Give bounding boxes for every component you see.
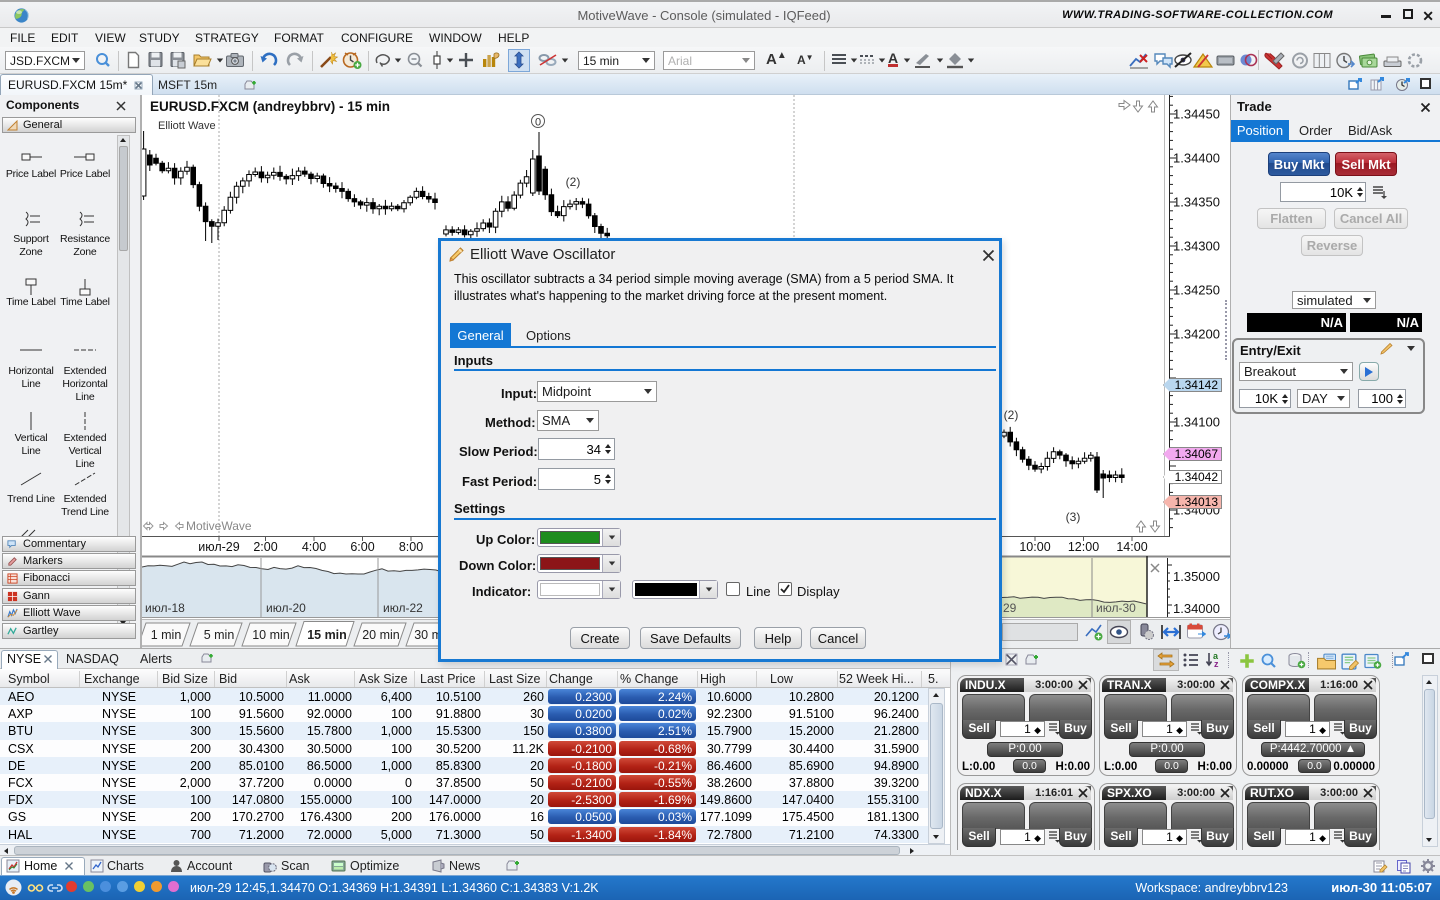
svg-text:1.34300: 1.34300 — [1173, 239, 1220, 254]
svg-text:(3): (3) — [1066, 510, 1081, 524]
svg-text:15 min: 15 min — [307, 628, 347, 642]
svg-text:z: z — [1214, 659, 1219, 669]
svg-text:6:00: 6:00 — [350, 540, 374, 554]
svg-text:1.34450: 1.34450 — [1173, 107, 1220, 122]
svg-text:Elliott Wave: Elliott Wave — [158, 120, 216, 132]
svg-text:5 min: 5 min — [204, 628, 235, 642]
svg-text:29: 29 — [1003, 601, 1017, 615]
svg-text:2:00: 2:00 — [253, 540, 277, 554]
svg-text:1.34350: 1.34350 — [1173, 195, 1220, 210]
svg-text:1 min: 1 min — [151, 628, 182, 642]
svg-text:10 min: 10 min — [252, 628, 290, 642]
svg-text:4:00: 4:00 — [302, 540, 326, 554]
svg-text:8:00: 8:00 — [399, 540, 423, 554]
svg-text:EURUSD.FXCM (andreybbrv) - 15: EURUSD.FXCM (andreybbrv) - 15 min — [150, 99, 390, 114]
svg-text:(2): (2) — [566, 175, 581, 189]
svg-text:1.34100: 1.34100 — [1173, 415, 1220, 430]
svg-text:20 min: 20 min — [362, 628, 400, 642]
svg-text:14:00: 14:00 — [1116, 540, 1147, 554]
svg-text:(2): (2) — [1004, 408, 1019, 422]
svg-text:10:00: 10:00 — [1019, 540, 1050, 554]
svg-text:MotiveWave: MotiveWave — [186, 519, 252, 533]
svg-text:июл-22: июл-22 — [383, 601, 423, 615]
svg-text:1.34200: 1.34200 — [1173, 327, 1220, 342]
svg-text:1.35000: 1.35000 — [1173, 569, 1220, 584]
svg-text:0: 0 — [535, 117, 541, 129]
svg-text:июл-18: июл-18 — [145, 601, 185, 615]
svg-text:1.34000: 1.34000 — [1173, 601, 1220, 616]
svg-text:1.34250: 1.34250 — [1173, 283, 1220, 298]
svg-text:июл-29: июл-29 — [198, 540, 239, 554]
svg-text:1.34400: 1.34400 — [1173, 151, 1220, 166]
svg-text:июл-30: июл-30 — [1096, 601, 1136, 615]
svg-text:12:00: 12:00 — [1068, 540, 1099, 554]
svg-text:июл-20: июл-20 — [266, 601, 306, 615]
